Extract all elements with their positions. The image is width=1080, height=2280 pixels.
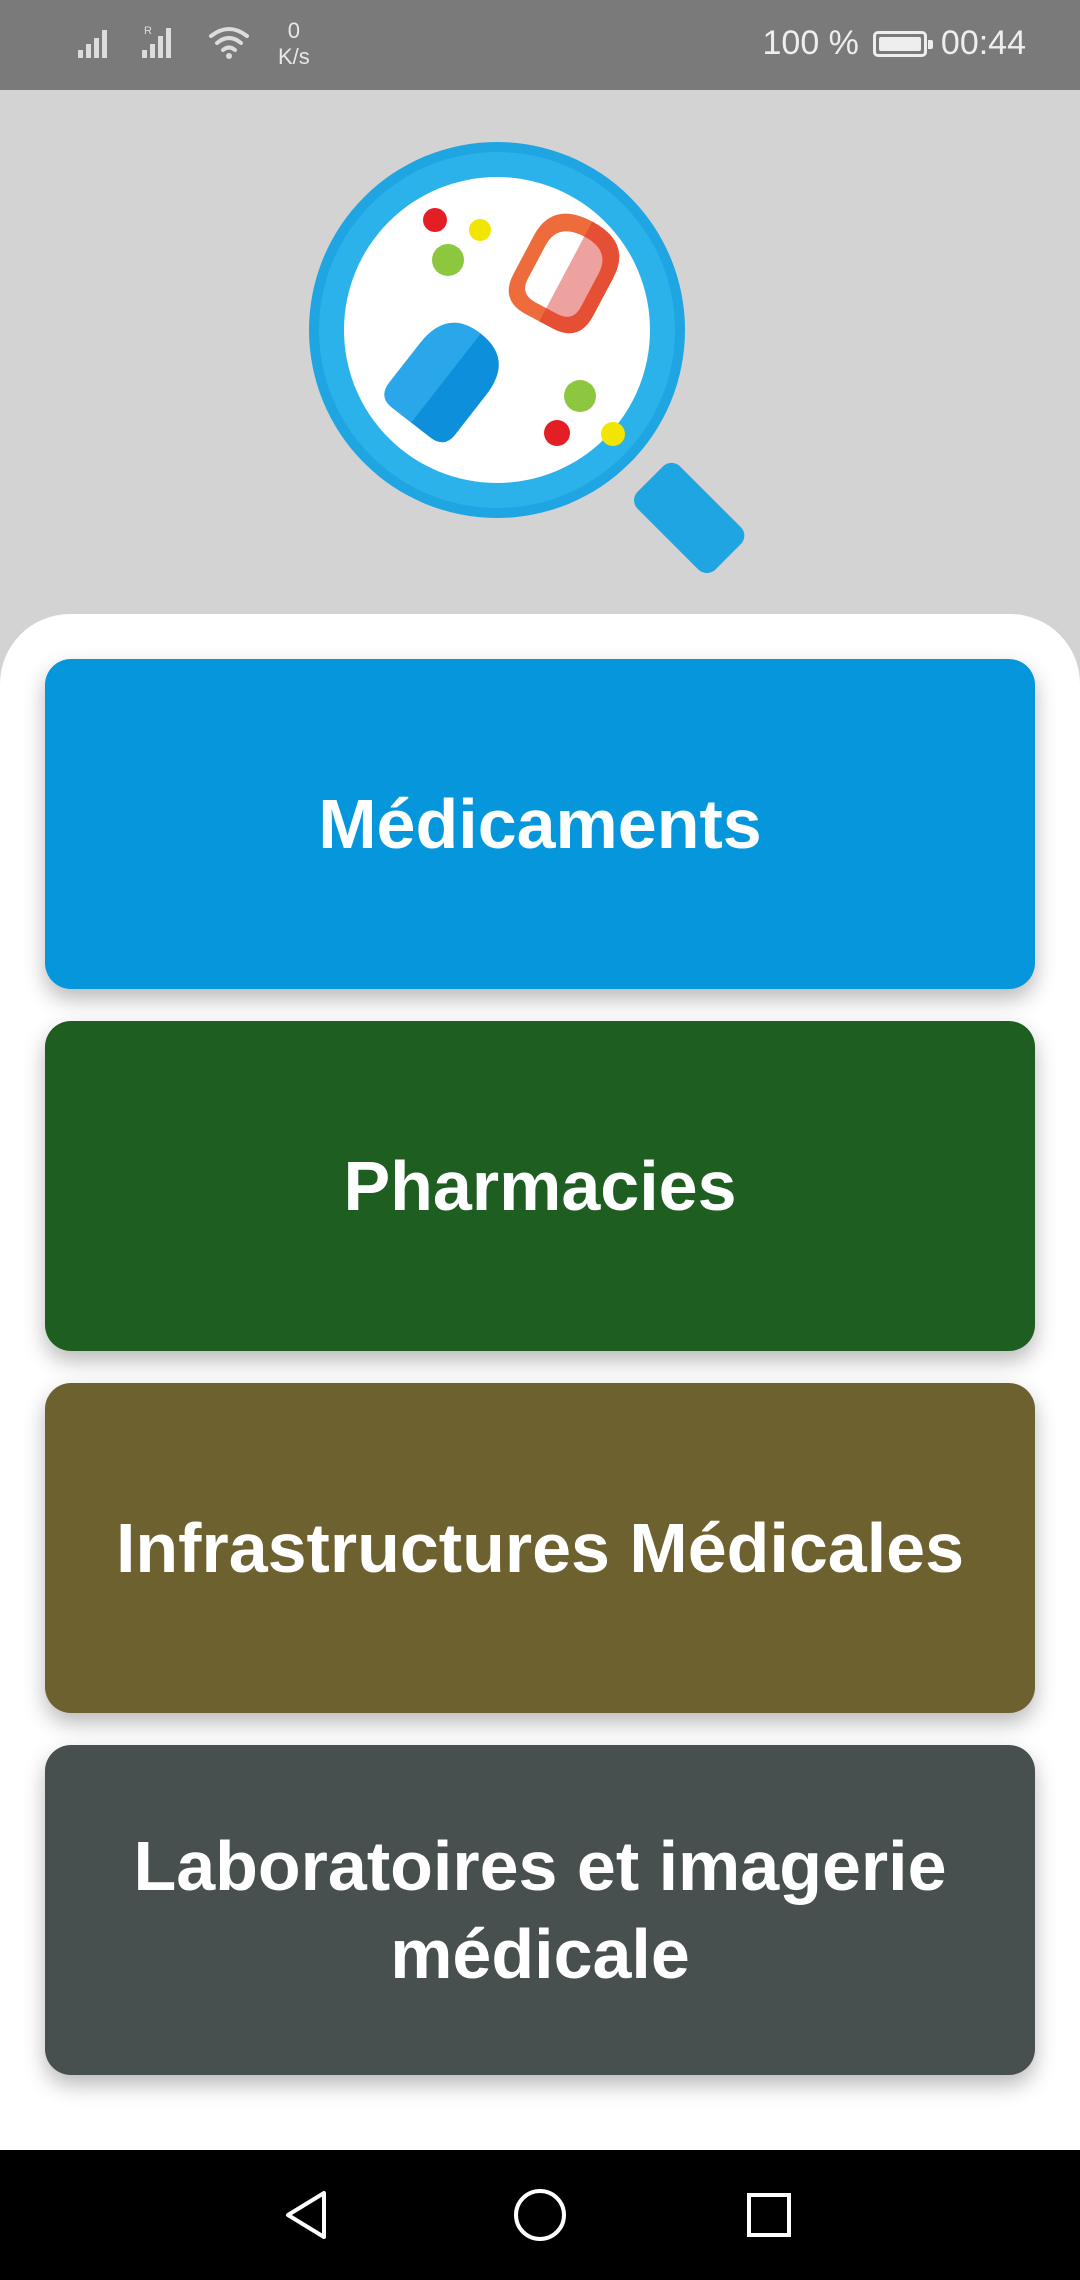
infrastructures-medicales-button[interactable]: Infrastructures Médicales (45, 1383, 1035, 1713)
navigation-bar (0, 2150, 1080, 2280)
roaming-label: R (144, 25, 152, 37)
battery-icon (872, 30, 933, 57)
clock: 00:44 (940, 24, 1026, 62)
back-icon[interactable] (273, 2180, 343, 2250)
network-speed: 0 K/s (278, 18, 310, 70)
battery-level (878, 36, 921, 51)
battery-percent: 100 % (762, 24, 859, 62)
wifi-icon (208, 24, 250, 65)
status-left-group: R 0 K/s (76, 18, 310, 70)
laboratoires-imagerie-button[interactable]: Laboratoires et imagerie médicale (45, 1745, 1035, 2075)
menu-card: Médicaments Pharmacies Infrastructures M… (0, 614, 1080, 2150)
status-bar: R 0 K/s 100 % 00:44 (0, 0, 1080, 90)
status-right-group: 100 % 00:44 (763, 24, 1027, 63)
medicaments-button[interactable]: Médicaments (45, 659, 1035, 989)
home-icon[interactable] (505, 2180, 575, 2250)
pill-magnifier-logo (300, 118, 780, 598)
signal-roaming-icon: R (140, 22, 180, 67)
pharmacies-button[interactable]: Pharmacies (45, 1021, 1035, 1351)
signal-icon (76, 24, 112, 65)
recents-icon[interactable] (734, 2180, 804, 2250)
network-speed-unit: K/s (278, 44, 310, 69)
network-speed-value: 0 (287, 18, 301, 43)
